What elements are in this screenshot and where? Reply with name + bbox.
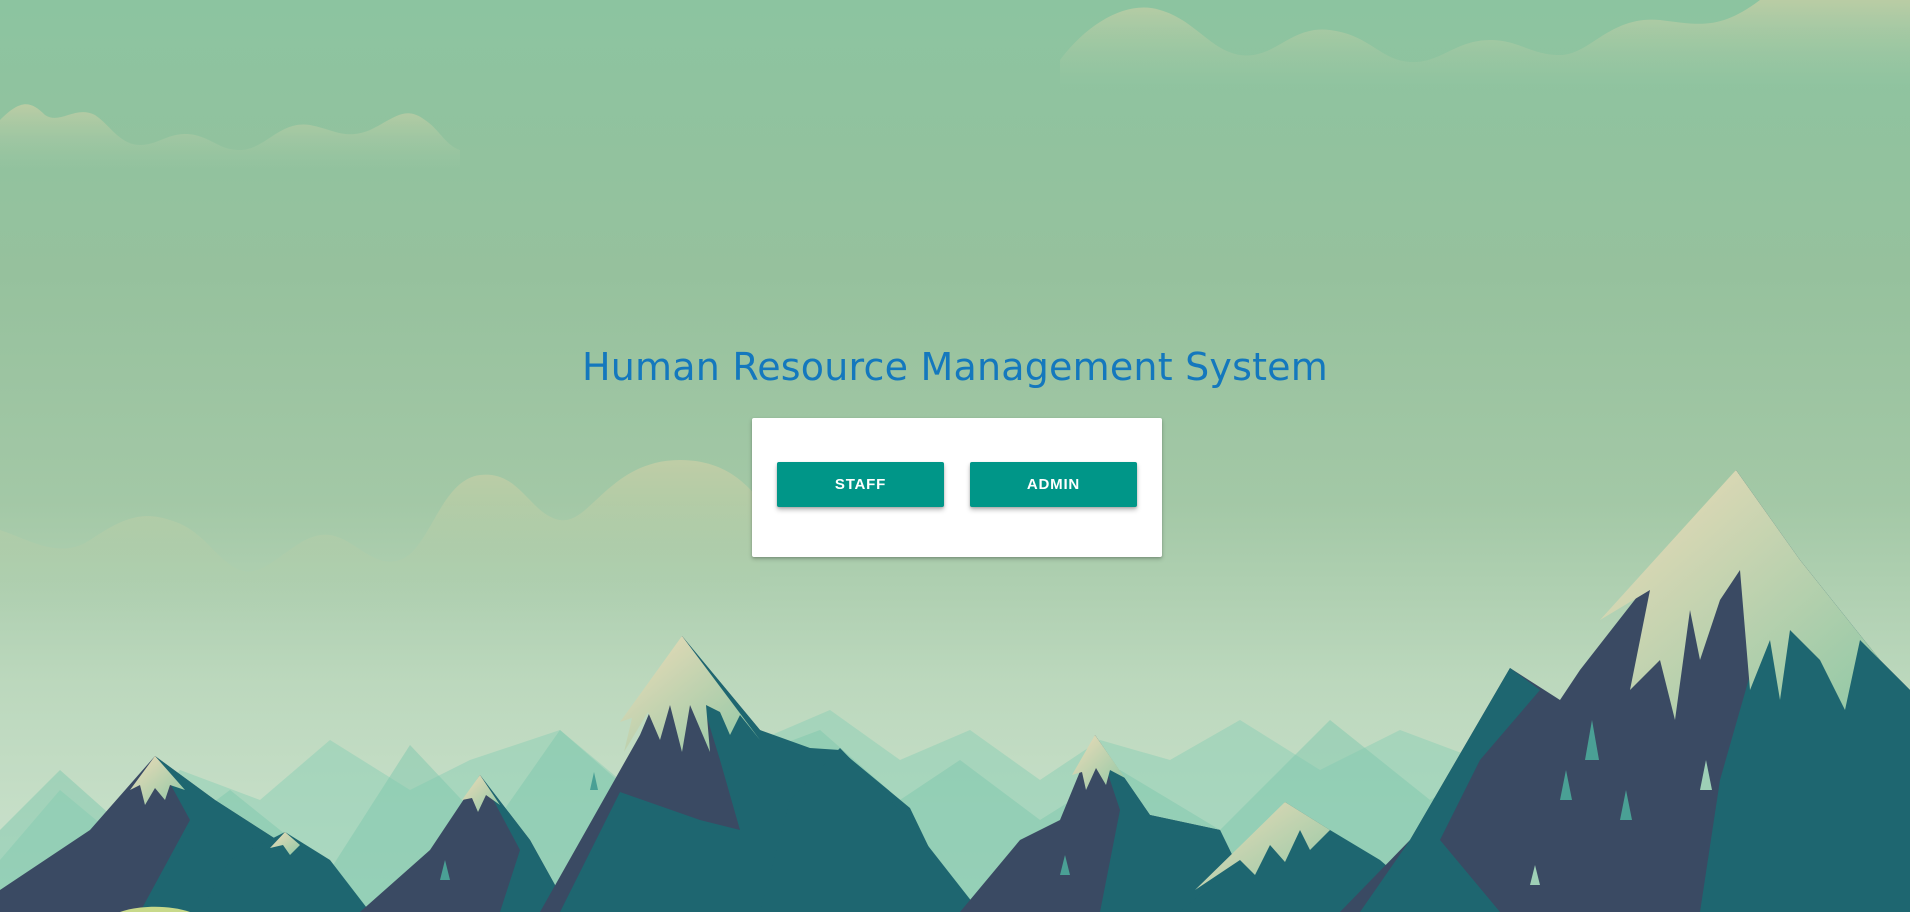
cloud: [0, 104, 460, 170]
cloud: [1060, 0, 1910, 90]
page-title: Human Resource Management System: [582, 345, 1328, 389]
cloud: [0, 460, 760, 620]
staff-button[interactable]: STAFF: [777, 462, 944, 507]
admin-button[interactable]: ADMIN: [970, 462, 1137, 507]
login-card: STAFF ADMIN: [752, 418, 1162, 557]
